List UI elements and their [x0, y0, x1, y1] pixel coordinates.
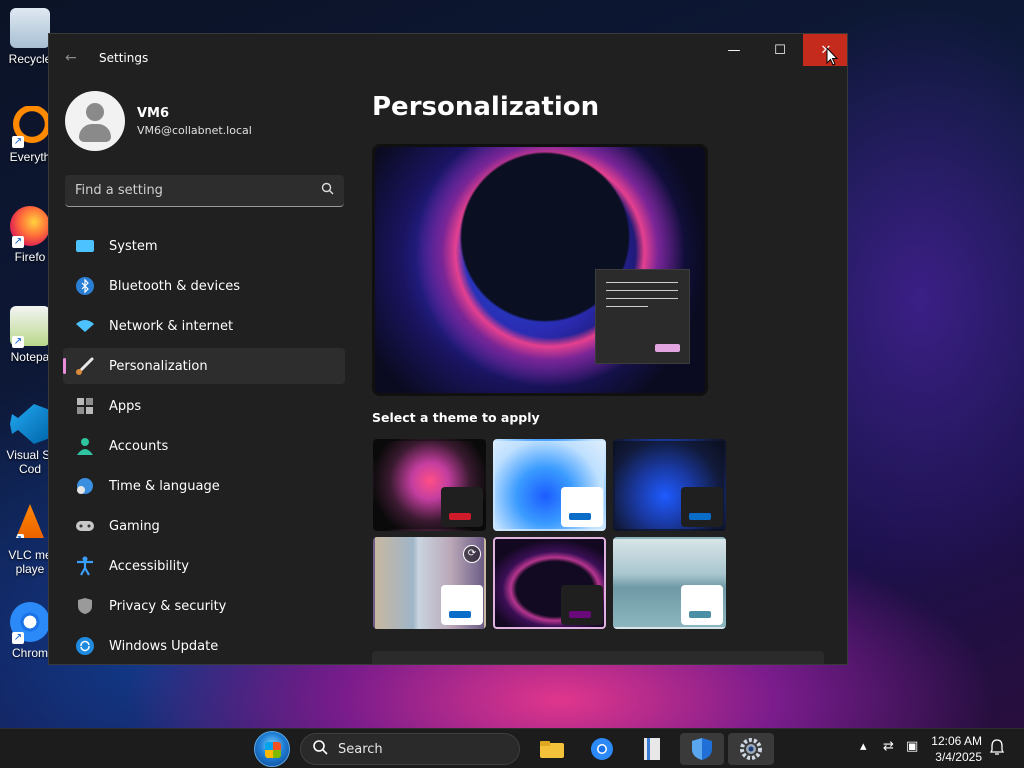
title-bar[interactable]: ← Settings — ☐ ✕	[49, 34, 847, 82]
page-title: Personalization	[372, 92, 600, 122]
taskbar-app-notebook[interactable]	[632, 733, 672, 765]
taskbar-settings[interactable]	[728, 733, 774, 765]
theme-chip	[561, 585, 603, 625]
defender-shield-icon	[692, 738, 712, 760]
taskbar-search[interactable]: Search	[300, 733, 520, 765]
chrome-icon	[591, 738, 613, 760]
taskbar-file-explorer[interactable]	[532, 733, 572, 765]
theme-tile-glow[interactable]	[373, 439, 486, 531]
taskbar-search-label: Search	[338, 741, 383, 757]
notepad-plus-icon: ↗	[10, 306, 50, 348]
search-icon[interactable]	[321, 182, 334, 199]
theme-chip	[441, 585, 483, 625]
theme-preview	[372, 144, 708, 396]
sidebar-item-network[interactable]: Network & internet	[63, 308, 345, 344]
windows-logo-icon	[265, 742, 281, 758]
tray-overflow-chevron-icon[interactable]: ▴	[860, 739, 867, 754]
gamepad-icon	[75, 516, 95, 536]
user-profile[interactable]: VM6 VM6@collabnet.local	[65, 90, 252, 152]
search-icon	[313, 739, 328, 759]
wifi-icon	[75, 316, 95, 336]
taskbar-windows-security[interactable]	[680, 733, 724, 765]
sidebar-item-gaming[interactable]: Gaming	[63, 508, 345, 544]
clock-globe-icon	[75, 476, 95, 496]
sidebar-item-label: Gaming	[109, 518, 160, 534]
mouse-cursor-icon	[826, 47, 838, 66]
sidebar-item-windows-update[interactable]: Windows Update	[63, 628, 345, 664]
avatar-head-icon	[86, 103, 104, 121]
avatar-body-icon	[79, 124, 111, 142]
firefox-icon: ↗	[10, 206, 50, 248]
notebook-icon	[644, 738, 660, 760]
theme-tile-captured-motion[interactable]	[613, 537, 726, 629]
accounts-icon	[75, 436, 95, 456]
everything-search-icon: ↗	[10, 106, 50, 148]
profile-email: VM6@collabnet.local	[137, 123, 252, 137]
tray-network-shield-icon[interactable]: ⇄	[883, 739, 894, 754]
accessibility-icon	[75, 556, 95, 576]
sidebar-item-bluetooth[interactable]: Bluetooth & devices	[63, 268, 345, 304]
settings-card-partial[interactable]	[372, 651, 824, 664]
theme-tile-sunrise-selected[interactable]	[493, 537, 606, 629]
vlc-cone-icon: ↗	[16, 504, 44, 538]
sidebar-item-accessibility[interactable]: Accessibility	[63, 548, 345, 584]
folder-icon	[540, 741, 564, 758]
sidebar-item-personalization[interactable]: Personalization	[63, 348, 345, 384]
sidebar-item-time-language[interactable]: Time & language	[63, 468, 345, 504]
system-icon	[75, 236, 95, 256]
sidebar-item-label: Accounts	[109, 438, 169, 454]
themes-heading: Select a theme to apply	[372, 410, 540, 425]
theme-tile-spotlight[interactable]: ⟳	[373, 537, 486, 629]
theme-chip	[681, 585, 723, 625]
profile-name: VM6	[137, 105, 170, 121]
minimize-button[interactable]: —	[711, 34, 757, 66]
taskbar-clock[interactable]: 12:06 AM 3/4/2025	[930, 733, 982, 765]
search-input[interactable]	[75, 183, 295, 198]
theme-chip	[561, 487, 603, 527]
back-arrow-icon[interactable]: ←	[65, 50, 81, 66]
start-button[interactable]	[254, 731, 290, 767]
shield-icon	[75, 596, 95, 616]
theme-tile-windows-light[interactable]	[493, 439, 606, 531]
sidebar-item-label: Privacy & security	[109, 598, 227, 614]
sidebar-nav: System Bluetooth & devices Network & int…	[63, 228, 345, 664]
sidebar-item-label: System	[109, 238, 158, 254]
sidebar-item-privacy[interactable]: Privacy & security	[63, 588, 345, 624]
settings-window: ← Settings — ☐ ✕ VM6 VM6@collabnet.local…	[48, 33, 848, 665]
apps-icon	[75, 396, 95, 416]
sidebar-item-label: Personalization	[109, 358, 208, 374]
preview-dialog	[595, 269, 690, 364]
theme-chip	[441, 487, 483, 527]
theme-grid: ⟳	[373, 439, 727, 629]
theme-tile-windows-dark[interactable]	[613, 439, 726, 531]
sidebar-item-label: Windows Update	[109, 638, 219, 654]
clock-time: 12:06 AM	[931, 734, 982, 748]
taskbar-chrome[interactable]	[582, 733, 622, 765]
sidebar-item-label: Network & internet	[109, 318, 234, 334]
paintbrush-icon	[75, 356, 95, 376]
find-setting-search[interactable]	[65, 175, 344, 207]
sidebar-item-label: Time & language	[109, 478, 220, 494]
sidebar-item-label: Accessibility	[109, 558, 189, 574]
sidebar-item-accounts[interactable]: Accounts	[63, 428, 345, 464]
vscode-icon	[10, 404, 50, 444]
taskbar: Search ▴ ⇄ ▣ 12:06 AM 3/4/2025	[0, 728, 1024, 768]
tray-network-icon[interactable]: ▣	[906, 739, 918, 754]
recycle-bin-icon	[10, 8, 50, 48]
sidebar-item-label: Apps	[109, 398, 142, 414]
sidebar-item-apps[interactable]: Apps	[63, 388, 345, 424]
gear-icon	[740, 738, 762, 760]
update-icon	[75, 636, 95, 656]
sidebar-item-system[interactable]: System	[63, 228, 345, 264]
maximize-button[interactable]: ☐	[757, 34, 803, 66]
theme-chip	[681, 487, 723, 527]
bluetooth-icon	[75, 276, 95, 296]
slideshow-icon: ⟳	[463, 545, 481, 563]
notification-bell-icon[interactable]	[989, 739, 1005, 759]
clock-date: 3/4/2025	[935, 750, 982, 764]
chrome-icon: ↗	[10, 602, 50, 644]
window-title: Settings	[99, 51, 149, 65]
avatar	[65, 91, 125, 151]
sidebar-item-label: Bluetooth & devices	[109, 278, 240, 294]
